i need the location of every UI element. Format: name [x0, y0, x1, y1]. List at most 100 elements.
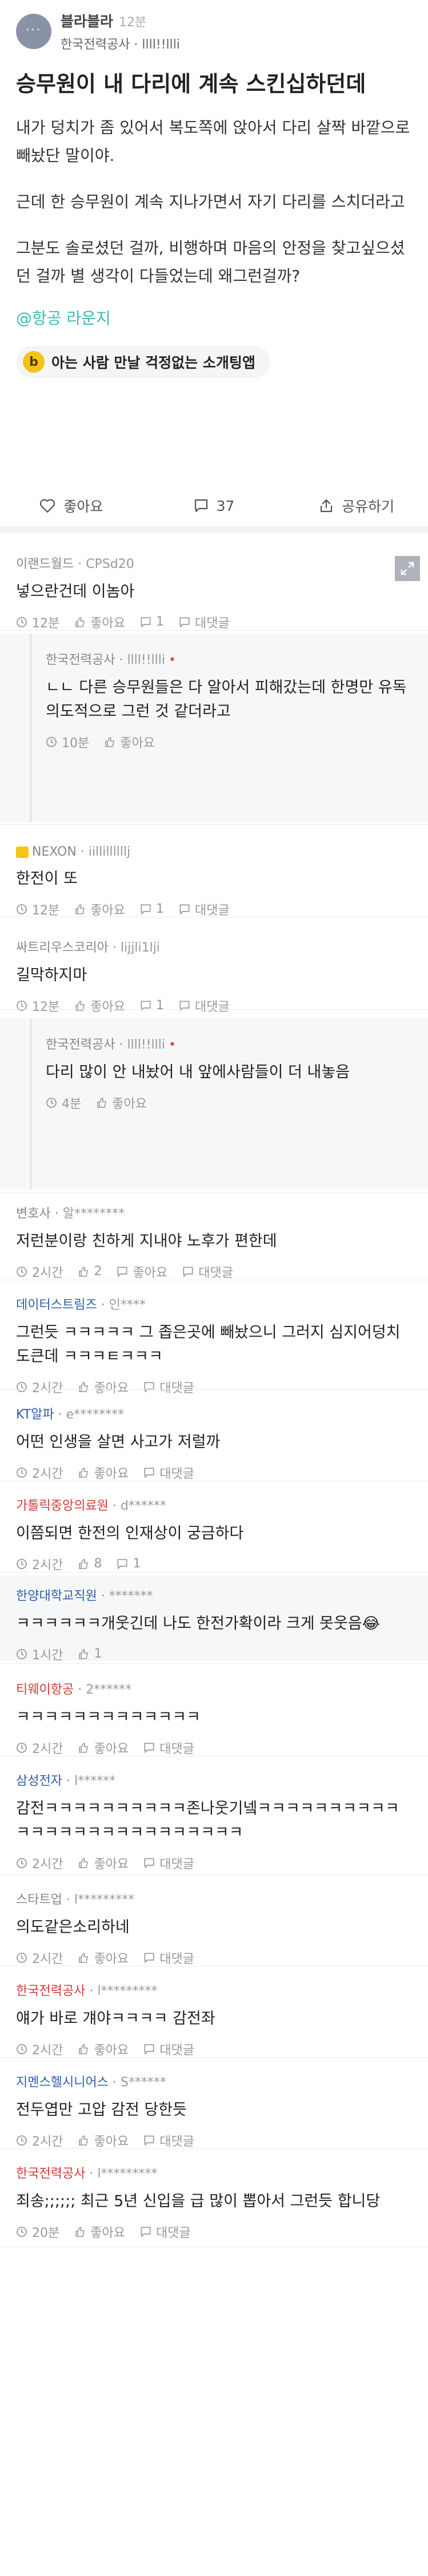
comment-company[interactable]: 한양대학교직원 — [16, 1589, 97, 1603]
comment-company[interactable]: 한국전력공사 — [16, 2167, 85, 2181]
reply-button[interactable]: 대댓글 — [143, 1464, 194, 1482]
comment-like-button[interactable]: 좋아요 — [78, 1949, 129, 1967]
comment-company[interactable]: 데이터스트림즈 — [16, 1298, 97, 1312]
comment-like-button[interactable]: 좋아요 — [74, 613, 125, 631]
comment-company[interactable]: 지멘스헬시니어스 — [16, 2075, 109, 2090]
comment-text: 넣으란건데 이놈아 — [16, 583, 135, 600]
reply-button[interactable]: 대댓글 — [143, 1949, 194, 1967]
comment-company[interactable]: 한국전력공사 — [46, 1038, 115, 1052]
comment-nickname: l********* — [97, 1984, 158, 1998]
comment-company[interactable]: NEXON — [32, 845, 77, 859]
comment-nickname: l****** — [74, 1774, 116, 1788]
reply-button[interactable]: 대댓글 — [143, 2040, 194, 2058]
comment-like-button[interactable]: 1 — [78, 1647, 102, 1661]
comment-time-label: 2시간 — [32, 1381, 63, 1396]
comment-reply-count[interactable]: 1 — [140, 615, 164, 629]
reply-button[interactable]: 대댓글 — [143, 1378, 194, 1396]
comment-like-button[interactable]: 8 — [78, 1557, 102, 1571]
comment-time: 2시간 — [16, 1854, 63, 1872]
comment-text: 한전이 또 — [16, 870, 78, 888]
meta-separator: · — [85, 2167, 98, 2181]
comment-like-button[interactable]: 좋아요 — [104, 733, 155, 751]
comment-time: 2시간 — [16, 1739, 63, 1757]
comment-nickname: CPSd20 — [86, 557, 134, 571]
board-avatar[interactable]: ··· — [16, 14, 51, 49]
comment-reply-count[interactable]: 1 — [117, 1557, 141, 1571]
reply-button[interactable]: 대댓글 — [179, 613, 230, 631]
comment-company[interactable]: 한국전력공사 — [16, 1984, 85, 1998]
reply-button-label: 대댓글 — [194, 616, 230, 631]
comment-separator — [0, 1009, 428, 1010]
comment-company[interactable]: 싸트리우스코리아 — [16, 941, 109, 955]
comment-company[interactable]: 변호사 — [16, 1207, 51, 1221]
thumbs-up-icon — [97, 1098, 107, 1108]
comment-reply-count-label: 1 — [155, 615, 164, 630]
comment-like-button[interactable]: 좋아요 — [78, 2040, 129, 2058]
reply-button[interactable]: 대댓글 — [143, 1854, 194, 1872]
clock-icon — [17, 1742, 27, 1753]
comment-like-button[interactable]: 좋아요 — [96, 1094, 147, 1112]
comment-like-button[interactable]: 좋아요 — [74, 900, 125, 918]
comment-company[interactable]: KT알파 — [16, 1408, 54, 1422]
reply-button[interactable]: 대댓글 — [140, 2223, 191, 2241]
ad-text: 아는 사람 만날 걱정없는 소개팅앱 — [51, 354, 255, 372]
comment-like-button[interactable]: 좋아요 — [74, 997, 125, 1015]
comment-reply-count[interactable]: 1 — [140, 998, 164, 1013]
comment-item: 데이터스트림즈 · 인**** 그런듯 ㅋㅋㅋㅋㅋ 그 좁은곳에 빼놨으니 그러지… — [0, 1284, 428, 1396]
comment-like-button[interactable]: 좋아요 — [78, 1739, 129, 1757]
post-title: 승무원이 내 다리에 계속 스킨십하던데 — [16, 71, 366, 96]
comment-time-label: 2시간 — [32, 2043, 63, 2058]
comment-icon — [117, 1559, 128, 1570]
meta-separator: · — [74, 557, 86, 571]
share-button[interactable]: 공유하기 — [285, 485, 428, 526]
comment-like-button[interactable]: 좋아요 — [78, 2131, 129, 2150]
comment-like-button[interactable]: 좋아요 — [74, 2223, 125, 2241]
comment-text: 길막하지마 — [16, 966, 87, 984]
comment-time: 1시간 — [16, 1645, 63, 1663]
comment-like-button[interactable]: 좋아요 — [78, 1854, 129, 1872]
comment-icon — [141, 2227, 151, 2238]
author-badge: • — [168, 653, 176, 667]
like-button[interactable]: 좋아요 — [0, 485, 143, 526]
comment-item: 한양대학교직원 · ******* ㅋㅋㅋㅋㅋㅋ개웃긴데 나도 한전가확이라 크게… — [0, 1575, 428, 1663]
comment-text: 저런분이랑 친하게 지내야 노후가 편한데 — [16, 1232, 277, 1250]
comment-like-button[interactable]: 좋아요 — [78, 1378, 129, 1396]
like-label: 좋아요 — [63, 498, 103, 515]
comment-company[interactable]: 한국전력공사 — [46, 653, 115, 667]
ad-banner[interactable]: b 아는 사람 만날 걱정없는 소개팅앱 — [16, 346, 270, 378]
reply-button[interactable]: 대댓글 — [143, 1739, 194, 1757]
clock-icon — [17, 1467, 27, 1478]
comment-company[interactable]: 티웨이항공 — [16, 1683, 74, 1697]
comment-like-label: 1 — [94, 1647, 102, 1662]
clock-icon — [46, 1097, 57, 1108]
thumbs-up-icon — [79, 1857, 89, 1868]
comment-time-label: 2시간 — [32, 2134, 63, 2149]
comment-company[interactable]: 이랜드월드 — [16, 557, 74, 571]
comment-item: NEXON · iillillllllj 한전이 또 12분 좋아요 1 대댓글 — [0, 835, 428, 918]
comment-button[interactable]: 37 — [143, 485, 286, 526]
comment-company[interactable]: 삼성전자 — [16, 1774, 62, 1788]
comment-like-label: 좋아요 — [90, 2226, 125, 2240]
thumbs-up-icon — [79, 1559, 89, 1569]
comment-like-label: 좋아요 — [90, 903, 125, 918]
reply-button[interactable]: 대댓글 — [182, 1263, 233, 1281]
post-page: { "post": { "board": "블라블라", "time": "12… — [0, 0, 428, 2576]
reply-button[interactable]: 대댓글 — [143, 2131, 194, 2150]
comment-text: ㅋㅋㅋㅋㅋㅋ개웃긴데 나도 한전가확이라 크게 못웃음😂 — [16, 1615, 381, 1632]
comment-nickname: 2****** — [86, 1683, 132, 1697]
comment-like-label: 좋아요 — [94, 1741, 129, 1756]
reply-button[interactable]: 대댓글 — [179, 900, 230, 918]
comment-company[interactable]: 가톨릭중앙의료원 — [16, 1499, 109, 1513]
share-label: 공유하기 — [342, 498, 395, 515]
comment-like-button[interactable]: 좋아요 — [78, 1464, 129, 1482]
comment-company[interactable]: 스타트업 — [16, 1893, 62, 1907]
comment-like-button[interactable]: 2 — [78, 1264, 102, 1279]
comment-reply-count[interactable]: 좋아요 — [117, 1263, 167, 1281]
comment-reply-count[interactable]: 1 — [140, 902, 164, 916]
board-name[interactable]: 블라블라 — [61, 13, 113, 30]
topic-link[interactable]: @항공 라운지 — [0, 306, 428, 329]
reply-button[interactable]: 대댓글 — [179, 997, 230, 1015]
comment-like-label: 좋아요 — [112, 1096, 147, 1111]
post-time: 12분 — [119, 15, 147, 30]
clock-icon — [46, 736, 57, 747]
